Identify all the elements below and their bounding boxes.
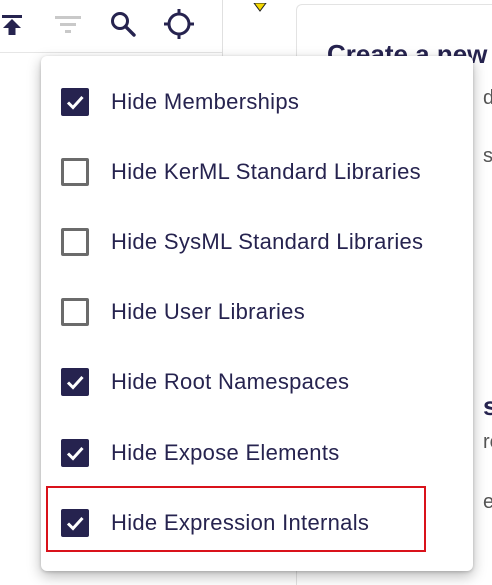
search-icon[interactable]	[107, 8, 139, 40]
checkbox-checked[interactable]	[61, 368, 89, 396]
menu-item-hide-user-libraries[interactable]: Hide User Libraries	[41, 277, 473, 347]
menu-item-label: Hide Root Namespaces	[111, 369, 350, 394]
checkbox-unchecked[interactable]	[61, 228, 89, 256]
menu-item-hide-memberships[interactable]: Hide Memberships	[41, 67, 473, 137]
toolbar-divider	[222, 0, 223, 60]
menu-item-hide-kerml-standard-libraries[interactable]: Hide KerML Standard Libraries	[41, 137, 473, 207]
menu-item-label: Hide Memberships	[111, 89, 300, 114]
menu-item-hide-sysml-standard-libraries[interactable]: Hide SysML Standard Libraries	[41, 207, 473, 277]
background-text: re	[483, 431, 492, 453]
menu-item-hide-expose-elements[interactable]: Hide Expose Elements	[41, 418, 473, 488]
filter-icon[interactable]	[52, 8, 84, 40]
checkbox-checked[interactable]	[61, 88, 89, 116]
cursor-icon	[252, 0, 270, 18]
checkbox-unchecked[interactable]	[61, 298, 89, 326]
highlight-box	[46, 486, 426, 552]
menu-item-label: Hide User Libraries	[111, 299, 305, 324]
background-text: e	[483, 491, 492, 513]
menu-item-label: Hide Expose Elements	[111, 440, 340, 465]
pane-divider	[0, 52, 222, 53]
toolbar	[0, 0, 222, 52]
background-text: d	[483, 87, 492, 109]
background-text: s	[483, 145, 492, 167]
checkbox-unchecked[interactable]	[61, 158, 89, 186]
checkbox-checked[interactable]	[61, 439, 89, 467]
menu-item-hide-root-namespaces[interactable]: Hide Root Namespaces	[41, 347, 473, 417]
menu-item-label: Hide SysML Standard Libraries	[111, 229, 424, 254]
menu-item-label: Hide KerML Standard Libraries	[111, 159, 421, 184]
background-text: s	[483, 391, 492, 421]
collapse-up-icon[interactable]	[0, 8, 28, 40]
crosshair-icon[interactable]	[163, 8, 195, 40]
